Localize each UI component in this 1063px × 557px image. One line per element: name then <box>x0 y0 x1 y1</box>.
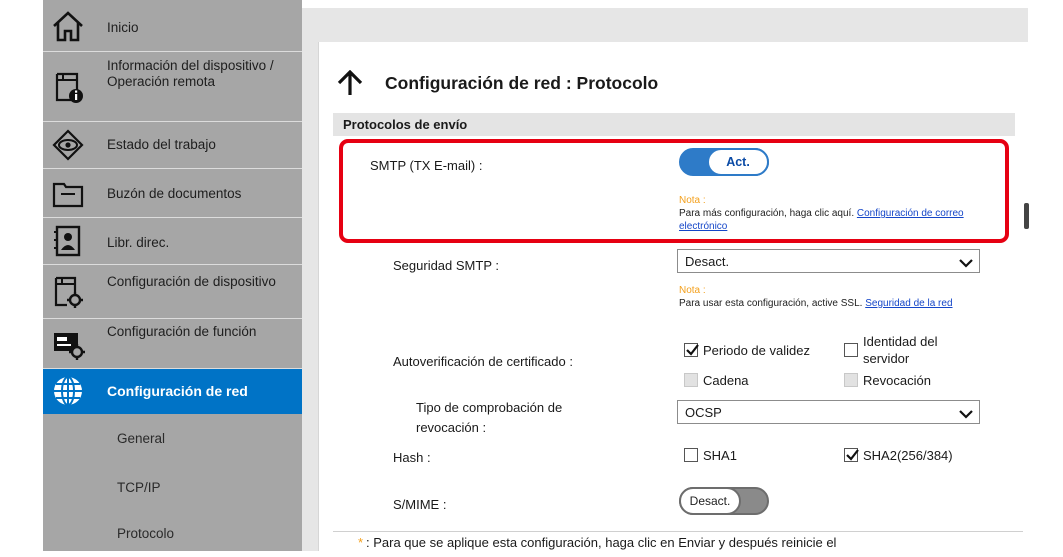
sha1-label: SHA1 <box>703 448 737 463</box>
revocation-type-label: Tipo de comprobación de revocación : <box>416 400 563 435</box>
validity-period-label: Periodo de validez <box>703 343 810 358</box>
sidebar-item-label: Configuración de dispositivo <box>107 274 276 289</box>
chain-checkbox <box>684 373 698 387</box>
sha2-label: SHA2(256/384) <box>863 448 953 463</box>
back-arrow-icon[interactable] <box>337 69 363 96</box>
revocation-label: Revocación <box>863 373 931 388</box>
footer-note: * : Para que se aplique esta configuraci… <box>333 531 1023 552</box>
sidebar-item-label: Configuración de función <box>107 324 257 339</box>
sidebar-item-config-dispositivo[interactable]: Configuración de dispositivo <box>43 265 302 319</box>
chevron-down-icon <box>959 255 973 268</box>
sidebar-item-config-red[interactable]: Configuración de red <box>43 369 302 414</box>
sidebar-subitem-protocolo[interactable]: Protocolo <box>43 511 302 557</box>
server-identity-checkbox[interactable] <box>844 343 858 357</box>
sidebar-subitem-label: General <box>117 431 166 446</box>
page-title: Configuración de red : Protocolo <box>385 73 659 93</box>
smime-toggle[interactable]: Desact. <box>679 487 769 515</box>
document-box-icon <box>51 176 85 210</box>
job-status-icon <box>51 128 85 162</box>
device-settings-icon <box>51 275 85 309</box>
smtp-security-note-text: Para usar esta configuración, active SSL… <box>679 298 863 309</box>
sidebar-item-config-funcion[interactable]: Configuración de función <box>43 319 302 369</box>
footer-asterisk: * <box>358 535 364 550</box>
sidebar-item-buzon[interactable]: Buzón de documentos <box>43 169 302 218</box>
sha1-checkbox[interactable] <box>684 448 698 462</box>
globe-icon <box>51 374 85 408</box>
device-info-icon <box>51 70 85 104</box>
sidebar-subitem-tcpip[interactable]: TCP/IP <box>43 465 302 511</box>
smtp-security-note-label: Nota : <box>679 285 706 296</box>
smtp-security-note: Nota : Para usar esta configuración, act… <box>679 284 1004 310</box>
sha2-checkbox[interactable] <box>844 448 859 462</box>
smtp-security-select[interactable]: Desact. <box>677 249 980 273</box>
sidebar-item-inicio[interactable]: Inicio <box>43 0 302 52</box>
revocation-checkbox <box>844 373 858 387</box>
sidebar-subitem-label: Protocolo <box>117 526 175 541</box>
sidebar-subitem-label: TCP/IP <box>117 480 161 495</box>
sidebar-item-estado[interactable]: Estado del trabajo <box>43 122 302 169</box>
sidebar-item-label: Estado del trabajo <box>107 137 216 152</box>
sidebar-item-libreta[interactable]: Libr. direc. <box>43 218 302 265</box>
chain-label: Cadena <box>703 373 749 388</box>
scrollbar-thumb[interactable] <box>1024 203 1029 229</box>
smime-toggle-label: Desact. <box>679 487 741 515</box>
sidebar-item-label: Buzón de documentos <box>107 186 242 201</box>
sidebar-item-label: Libr. direc. <box>107 235 170 250</box>
section-title: Protocolos de envío <box>343 117 468 132</box>
address-book-icon <box>51 224 85 258</box>
sidebar: Inicio Información del dispositivo / Ope… <box>43 0 302 551</box>
sidebar-item-informacion[interactable]: Información del dispositivo / Operación … <box>43 52 302 122</box>
sidebar-subitem-general[interactable]: General <box>43 416 302 462</box>
hash-label: Hash : <box>393 450 431 465</box>
home-icon <box>51 9 85 43</box>
function-settings-icon <box>51 327 85 361</box>
server-identity-label: Identidad del servidor <box>863 334 938 366</box>
sidebar-item-label: Configuración de red <box>107 383 248 399</box>
validity-period-checkbox[interactable] <box>684 343 699 357</box>
highlight-box <box>339 139 1009 243</box>
footer-text: : Para que se aplique esta configuración… <box>366 535 837 550</box>
sidebar-item-label: Información del dispositivo / Operación … <box>107 58 274 89</box>
network-security-link[interactable]: Seguridad de la red <box>865 298 952 309</box>
smime-label: S/MIME : <box>393 497 447 512</box>
revocation-type-select[interactable]: OCSP <box>677 400 980 424</box>
cert-check-label: Autoverificación de certificado : <box>393 354 573 369</box>
smtp-security-label: Seguridad SMTP : <box>393 258 499 273</box>
section-header: Protocolos de envío <box>333 113 1015 136</box>
revocation-type-value: OCSP <box>685 405 722 420</box>
chevron-down-icon <box>959 406 973 419</box>
sidebar-item-label: Inicio <box>107 20 139 35</box>
smtp-security-value: Desact. <box>685 254 730 269</box>
